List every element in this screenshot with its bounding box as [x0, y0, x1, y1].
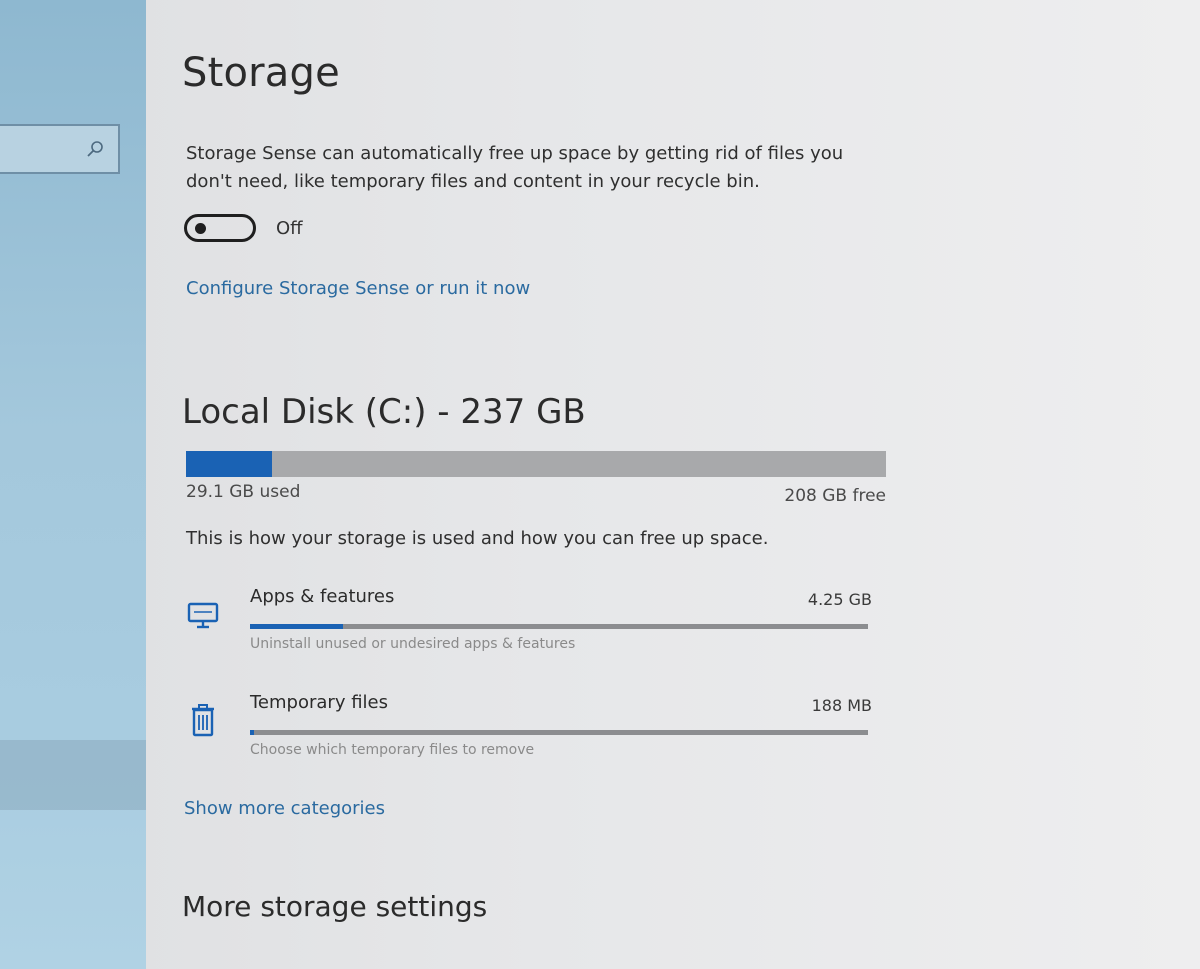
toggle-knob	[195, 223, 206, 234]
toggle-state-label: Off	[276, 218, 303, 239]
storage-sense-toggle[interactable]	[184, 214, 256, 242]
sidebar-selected-item[interactable]	[0, 740, 146, 810]
category-hint: Choose which temporary files to remove	[250, 742, 535, 758]
search-input[interactable]	[0, 124, 120, 174]
usage-description: This is how your storage is used and how…	[186, 528, 769, 549]
category-apps-features[interactable]: Apps & features 4.25 GB Uninstall unused…	[182, 584, 872, 664]
category-usage-fill	[250, 624, 343, 629]
sidebar	[0, 0, 146, 969]
storage-page: Storage Storage Sense can automatically …	[146, 0, 1200, 969]
category-usage-bar	[250, 624, 868, 629]
settings-window: Storage Storage Sense can automatically …	[0, 0, 1200, 969]
disk-usage-bar	[186, 451, 886, 477]
configure-storage-sense-link[interactable]: Configure Storage Sense or run it now	[186, 278, 530, 299]
page-title: Storage	[182, 50, 340, 96]
category-size: 4.25 GB	[807, 590, 872, 609]
category-hint: Uninstall unused or undesired apps & fea…	[250, 636, 576, 652]
category-temporary-files[interactable]: Temporary files 188 MB Choose which temp…	[182, 690, 872, 770]
monitor-icon	[187, 602, 219, 629]
category-name: Apps & features	[250, 586, 395, 607]
search-icon[interactable]	[86, 140, 104, 158]
storage-sense-description: Storage Sense can automatically free up …	[186, 143, 844, 192]
category-usage-fill	[250, 730, 255, 735]
more-storage-settings-heading: More storage settings	[182, 890, 488, 923]
category-usage-bar	[250, 730, 868, 735]
category-name: Temporary files	[250, 692, 388, 713]
disk-title: Local Disk (C:) - 237 GB	[182, 392, 586, 432]
trash-icon	[192, 704, 214, 737]
disk-used-label: 29.1 GB used	[186, 482, 301, 502]
show-more-categories-link[interactable]: Show more categories	[184, 798, 385, 819]
disk-usage-fill	[186, 451, 273, 477]
category-size: 188 MB	[811, 696, 872, 715]
disk-free-label: 208 GB free	[784, 486, 886, 506]
